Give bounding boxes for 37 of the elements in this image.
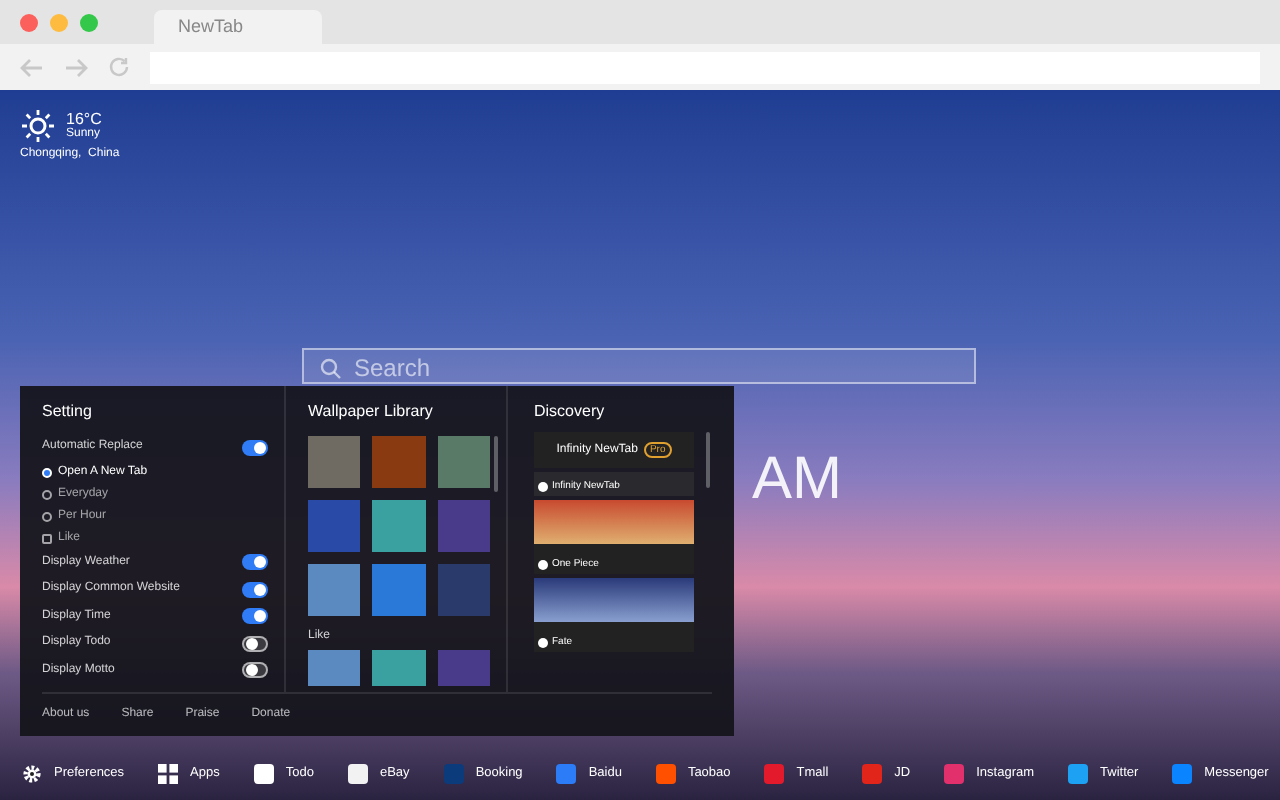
reload-icon[interactable] [108,56,130,78]
gear-icon [22,763,42,783]
radio-button[interactable] [42,467,52,477]
scrollbar-thumb[interactable] [494,436,498,492]
toggle-switch[interactable] [242,635,268,652]
temperature-text: 16°C [66,109,102,128]
wallpaper-thumbnail[interactable] [308,650,361,686]
wallpaper-thumbnail[interactable] [308,500,361,552]
grid-icon [158,763,179,783]
search-icon [320,358,342,380]
clock-text: AM [752,450,842,510]
back-icon[interactable] [20,57,44,77]
wallpaper-thumbnail[interactable] [437,500,490,552]
panel-heading: Wallpaper Library [308,400,435,424]
radio-button[interactable] [42,489,52,499]
toggle-switch[interactable] [242,581,268,598]
toggle-switch[interactable] [242,439,268,456]
sun-icon [20,108,56,144]
radio-button[interactable] [42,511,52,521]
wallpaper-thumbnail[interactable] [437,564,490,616]
wallpaper-thumbnail[interactable] [372,436,426,488]
wallpaper-thumbnail[interactable] [372,564,426,616]
wallpaper-thumbnail[interactable] [372,650,426,686]
wallpaper-thumbnail[interactable] [437,650,490,686]
wallpaper-thumbnail[interactable] [372,500,426,552]
toggle-switch[interactable] [242,554,268,571]
wallpaper-thumbnail[interactable] [308,564,361,616]
wallpaper-thumbnail[interactable] [308,436,361,488]
forward-icon[interactable] [64,57,88,77]
toggle-switch[interactable] [242,608,268,625]
toggle-switch[interactable] [242,662,268,679]
scrollbar-thumb[interactable] [706,432,710,488]
panel-heading: Discovery [534,400,607,424]
checkbox[interactable] [42,533,52,543]
search-placeholder: Search [354,358,431,380]
panel-heading: Setting [42,400,94,424]
wallpaper-thumbnail[interactable] [437,436,490,488]
